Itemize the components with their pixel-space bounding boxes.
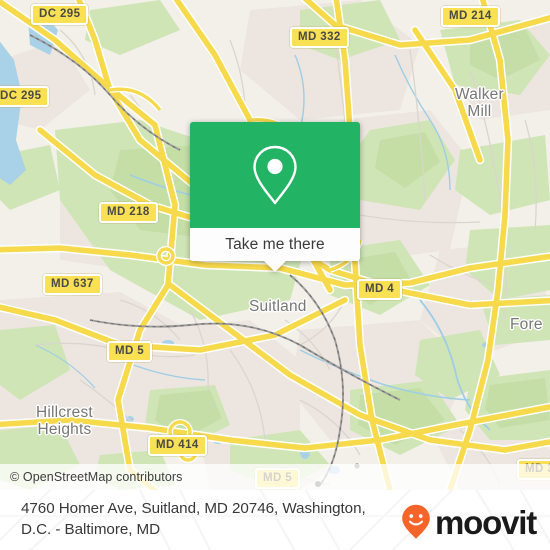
popup-action-bar[interactable]: Take me there (190, 228, 360, 261)
address-line-1: 4760 Homer Ave, Suitland, MD 20746, Wash… (21, 500, 366, 517)
popup-tail (264, 261, 286, 272)
moovit-map-screenshot: DC 295 MD 332 MD 214 DC 295 MD 218 MD 63… (0, 0, 550, 550)
road-shield[interactable]: MD 4 (357, 279, 403, 300)
road-shield[interactable]: DC 295 (31, 4, 89, 25)
road-shield[interactable]: MD 218 (99, 202, 158, 223)
map-attribution-bar: © OpenStreetMap contributors (0, 464, 550, 490)
moovit-logo[interactable]: moovit (401, 503, 537, 541)
take-me-there-button[interactable]: Take me there (225, 236, 325, 254)
place-label-forestville: Fore (510, 316, 543, 333)
place-label-line: Walker (455, 86, 504, 103)
road-shield[interactable]: MD 414 (148, 435, 207, 456)
road-shield[interactable]: MD 5 (107, 341, 153, 362)
place-label-walker-mill: Walker Mill (455, 86, 504, 120)
map-popup[interactable]: Take me there (190, 122, 360, 272)
address-text: 4760 Homer Ave, Suitland, MD 20746, Wash… (21, 498, 411, 540)
place-label-line: Hillcrest (36, 404, 93, 421)
place-label-line: Heights (37, 421, 92, 438)
moovit-wordmark: moovit (435, 503, 537, 541)
place-label-suitland: Suitland (249, 298, 307, 315)
osm-attribution-text[interactable]: © OpenStreetMap contributors (0, 470, 183, 484)
popup-header (190, 122, 360, 228)
map-pin-icon (253, 145, 297, 205)
place-label-line: Mill (467, 103, 492, 120)
place-label-hillcrest-heights: Hillcrest Heights (36, 404, 93, 438)
footer-bar: 4760 Homer Ave, Suitland, MD 20746, Wash… (0, 490, 550, 550)
road-shield[interactable]: MD 214 (441, 6, 500, 27)
address-line-2: D.C. - Baltimore, MD (21, 521, 161, 538)
road-shield[interactable]: DC 295 (0, 86, 50, 107)
map-canvas[interactable]: DC 295 MD 332 MD 214 DC 295 MD 218 MD 63… (0, 0, 550, 490)
road-shield[interactable]: MD 637 (43, 274, 102, 295)
road-shield[interactable]: MD 332 (290, 27, 349, 48)
moovit-smiley-pin-icon (402, 504, 430, 539)
